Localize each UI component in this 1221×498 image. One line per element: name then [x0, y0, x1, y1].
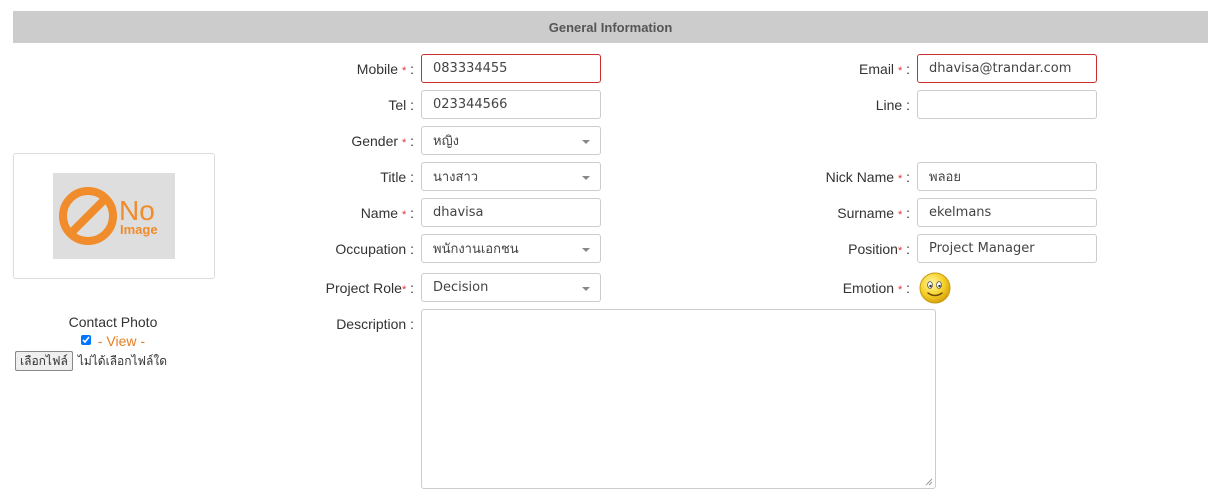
mobile-label: Mobile * :: [356, 61, 414, 77]
project-role-select[interactable]: Decision: [421, 273, 601, 302]
emotion-picker[interactable]: [919, 272, 953, 309]
chevron-down-icon: [582, 248, 590, 252]
photo-checkbox[interactable]: [80, 335, 91, 345]
emotion-label: Emotion * :: [842, 280, 910, 296]
nickname-label: Nick Name * :: [825, 169, 910, 185]
project-role-label: Project Role* :: [325, 280, 414, 296]
position-label: Position* :: [848, 241, 910, 257]
file-status: ไม่ได้เลือกไฟล์ใด: [77, 353, 168, 368]
no-image-icon: No Image: [59, 187, 158, 245]
section-header: General Information: [13, 11, 1208, 43]
chevron-down-icon: [582, 287, 590, 291]
position-input[interactable]: Project Manager: [917, 234, 1097, 263]
nickname-input[interactable]: พลอย: [917, 162, 1097, 191]
gender-select[interactable]: หญิง: [421, 126, 601, 155]
line-label: Line :: [875, 97, 910, 113]
description-textarea[interactable]: [421, 309, 936, 489]
contact-photo-caption: Contact Photo: [68, 314, 158, 330]
smiley-face-icon: [919, 272, 951, 304]
surname-label: Surname * :: [837, 205, 910, 221]
surname-input[interactable]: ekelmans: [917, 198, 1097, 227]
tel-label: Tel :: [388, 97, 414, 113]
line-input[interactable]: [917, 90, 1097, 119]
no-image-placeholder: No Image: [53, 173, 175, 259]
section-title: General Information: [548, 19, 673, 35]
chevron-down-icon: [582, 176, 590, 180]
email-label: Email * :: [859, 61, 910, 77]
contact-photo-frame: No Image: [13, 153, 215, 279]
resize-handle-icon[interactable]: [925, 478, 933, 486]
title-select[interactable]: นางสาว: [421, 162, 601, 191]
description-label: Description :: [336, 316, 414, 332]
name-input[interactable]: dhavisa: [421, 198, 601, 227]
occupation-label: Occupation :: [335, 241, 414, 257]
gender-label: Gender * :: [351, 133, 414, 149]
email-input[interactable]: dhavisa@trandar.com: [917, 54, 1097, 83]
no-image-subtext: Image: [120, 222, 158, 237]
tel-input[interactable]: 023344566: [421, 90, 601, 119]
view-photo-row: - View -: [13, 333, 213, 349]
chevron-down-icon: [582, 140, 590, 144]
title-label: Title :: [380, 169, 414, 185]
file-upload: เลือกไฟล์ ไม่ได้เลือกไฟล์ใด: [15, 351, 167, 371]
view-photo-link[interactable]: - View -: [98, 333, 145, 349]
choose-file-button[interactable]: เลือกไฟล์: [15, 351, 73, 371]
occupation-select[interactable]: พนักงานเอกชน: [421, 234, 601, 263]
name-label: Name * :: [360, 205, 414, 221]
mobile-input[interactable]: 083334455: [421, 54, 601, 83]
